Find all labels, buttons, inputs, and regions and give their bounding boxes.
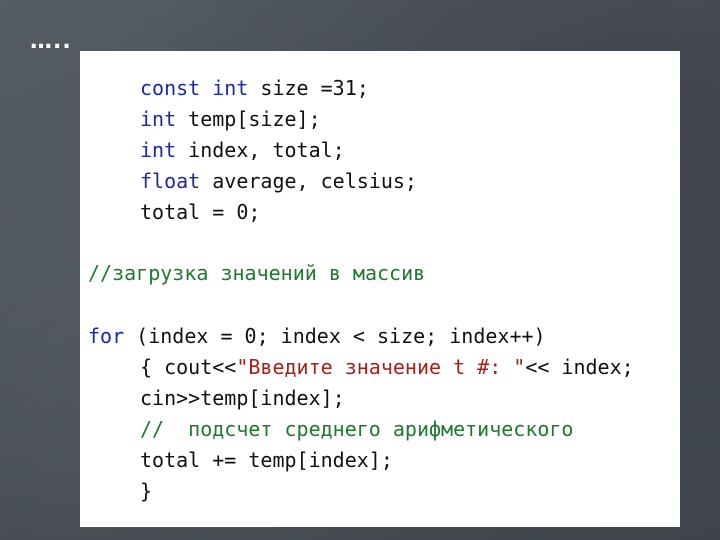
code-text: total += temp[index];: [140, 448, 393, 472]
code-text: }: [140, 479, 153, 503]
code-text: { cout<<: [140, 355, 237, 379]
code-text: index, total;: [176, 138, 345, 162]
code-line-4: float average, celsius;: [140, 168, 417, 194]
code-line-1: const int size =31;: [140, 75, 369, 101]
code-comment: // подсчет среднего арифметического: [140, 417, 574, 441]
code-string: "Введите значение t #: ": [236, 355, 526, 379]
code-text: (index = 0; index < size; index++): [124, 324, 546, 348]
code-text: << index;: [525, 355, 634, 379]
code-text: cin>>temp[index];: [140, 386, 345, 410]
code-line-10: // подсчет среднего арифметического: [140, 416, 573, 442]
code-text: temp[size];: [176, 107, 321, 131]
code-line-7: for (index = 0; index < size; index++): [88, 323, 546, 349]
code-keyword: int: [140, 138, 177, 162]
code-text: average, celsius;: [200, 169, 417, 193]
code-keyword: float: [140, 169, 201, 193]
code-line-6: //загрузка значений в массив: [88, 260, 425, 286]
code-text: size =31;: [248, 76, 369, 100]
code-line-8: { cout<<"Введите значение t #: "<< index…: [140, 354, 634, 380]
code-line-9: cin>>temp[index];: [140, 385, 345, 411]
slide-title: …..: [30, 29, 72, 54]
code-keyword: for: [88, 324, 125, 348]
code-panel: const int size =31; int temp[size]; int …: [80, 51, 680, 527]
code-line-12: }: [140, 478, 152, 504]
code-keyword: int: [140, 107, 177, 131]
code-text: total = 0;: [140, 200, 261, 224]
code-line-11: total += temp[index];: [140, 447, 393, 473]
code-line-5: total = 0;: [140, 199, 260, 225]
code-comment: //загрузка значений в массив: [88, 261, 426, 285]
code-line-2: int temp[size];: [140, 106, 321, 132]
code-keyword: const int: [140, 76, 249, 100]
code-line-3: int index, total;: [140, 137, 345, 163]
